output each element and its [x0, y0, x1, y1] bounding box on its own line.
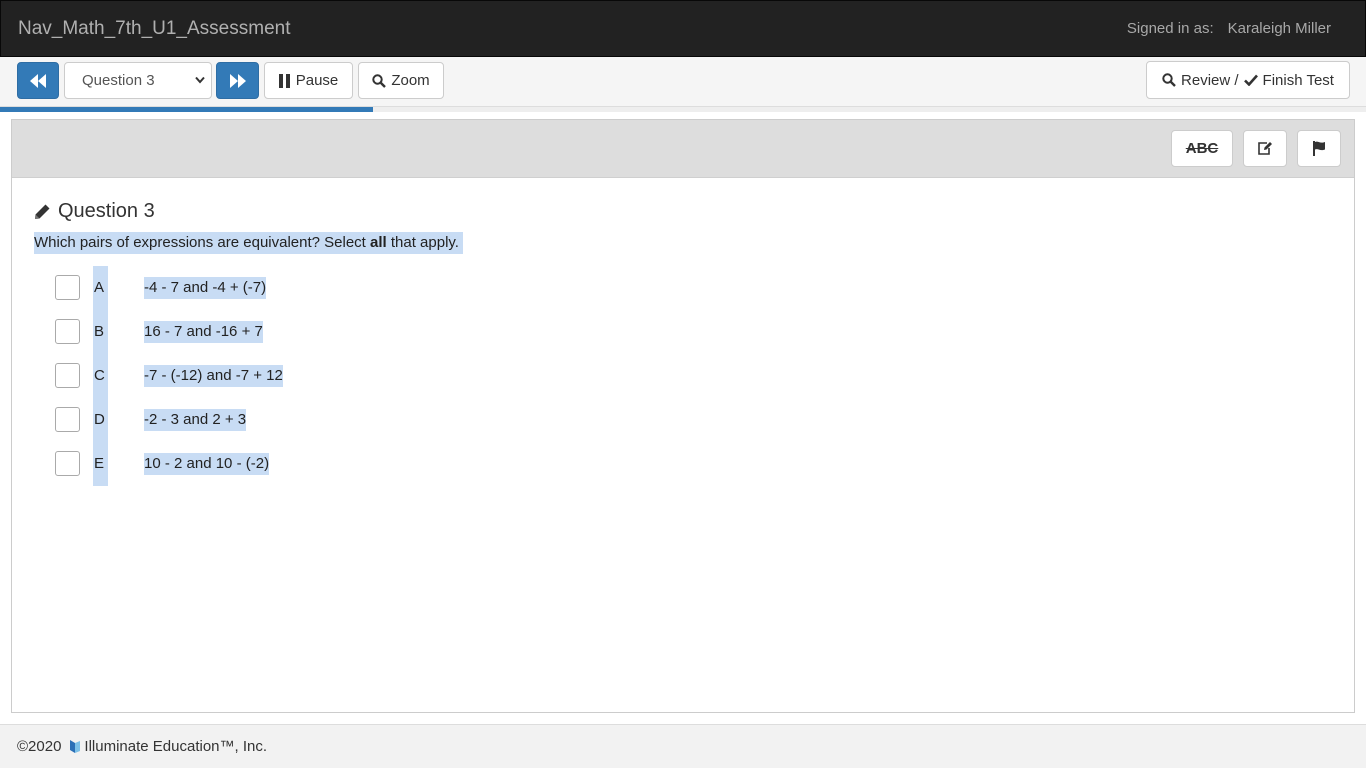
fast-forward-icon [229, 73, 246, 88]
progress-bar [0, 107, 1366, 112]
prompt-text-start: Which pairs of expressions are equivalen… [34, 234, 371, 251]
notes-tool-button[interactable] [1243, 130, 1287, 167]
test-toolbar: Question 3 Pause Zoom Review / Finish Te… [0, 57, 1366, 107]
review-finish-button[interactable]: Review / Finish Test [1146, 61, 1350, 99]
question-select-value: Question 3 [82, 72, 155, 89]
company-name: Illuminate Education™, Inc. [84, 738, 268, 755]
choice-text: 16 - 7 and -16 + 7 [144, 321, 263, 343]
next-question-button[interactable] [216, 62, 259, 99]
signed-in-info: Signed in as: Karaleigh Miller [1127, 20, 1331, 37]
choice-letter: A [94, 279, 105, 296]
choice-text: -4 - 7 and -4 + (-7) [144, 277, 267, 299]
zoom-button[interactable]: Zoom [358, 62, 444, 99]
answer-choice-e[interactable]: E 10 - 2 and 10 - (-2) [55, 442, 455, 486]
question-prompt: Which pairs of expressions are equivalen… [34, 232, 463, 254]
choice-checkbox[interactable] [55, 407, 80, 432]
choice-checkbox[interactable] [55, 363, 80, 388]
choice-checkbox[interactable] [55, 451, 80, 476]
answer-choice-b[interactable]: B 16 - 7 and -16 + 7 [55, 310, 455, 354]
choice-letter: B [94, 323, 105, 340]
flag-tool-button[interactable] [1297, 130, 1341, 167]
answer-choice-c[interactable]: C -7 - (-12) and -7 + 12 [55, 354, 455, 398]
check-icon [1243, 74, 1258, 86]
pencil-icon [35, 204, 50, 219]
zoom-label: Zoom [391, 72, 430, 89]
choice-letter: E [94, 455, 105, 472]
fast-backward-icon [30, 73, 46, 88]
user-name: Karaleigh Miller [1227, 20, 1331, 37]
page-footer: ©2020 Illuminate Education™, Inc. [0, 724, 1366, 768]
chevron-down-icon [195, 76, 205, 84]
review-label: Review / [1181, 71, 1239, 89]
question-heading: Question 3 [34, 200, 155, 223]
pause-icon [278, 73, 290, 88]
choice-letter: D [94, 411, 105, 428]
edit-icon [1258, 142, 1272, 155]
choice-text: 10 - 2 and 10 - (-2) [144, 453, 270, 475]
question-tools-bar: ABC [12, 120, 1354, 178]
illuminate-logo-icon [69, 739, 81, 754]
prompt-text-end: that apply. [386, 234, 459, 251]
choice-checkbox[interactable] [55, 275, 80, 300]
signed-in-label: Signed in as: [1126, 20, 1214, 37]
pause-button[interactable]: Pause [264, 62, 353, 99]
search-icon [1162, 73, 1176, 87]
flag-icon [1313, 141, 1325, 156]
choice-text: -7 - (-12) and -7 + 12 [144, 365, 283, 387]
answer-choice-d[interactable]: D -2 - 3 and 2 + 3 [55, 398, 455, 442]
finish-label: Finish Test [1262, 71, 1334, 89]
prompt-emphasis: all [370, 234, 387, 251]
strikethrough-label: ABC [1185, 140, 1219, 157]
pause-label: Pause [295, 72, 339, 89]
top-navbar: Nav_Math_7th_U1_Assessment Signed in as:… [0, 0, 1366, 57]
choice-letter: C [94, 367, 105, 384]
choice-text: -2 - 3 and 2 + 3 [144, 409, 247, 431]
previous-question-button[interactable] [17, 62, 59, 99]
strikethrough-tool-button[interactable]: ABC [1171, 130, 1233, 167]
progress-fill [0, 107, 373, 112]
question-panel: ABC Question 3 Which pairs of expression… [11, 119, 1355, 713]
copyright-text: ©2020 [17, 738, 62, 755]
choice-checkbox[interactable] [55, 319, 80, 344]
assessment-title: Nav_Math_7th_U1_Assessment [18, 18, 291, 39]
answer-choice-a[interactable]: A -4 - 7 and -4 + (-7) [55, 266, 455, 310]
search-icon [372, 73, 387, 88]
question-select[interactable]: Question 3 [64, 62, 212, 99]
question-title: Question 3 [58, 200, 155, 222]
